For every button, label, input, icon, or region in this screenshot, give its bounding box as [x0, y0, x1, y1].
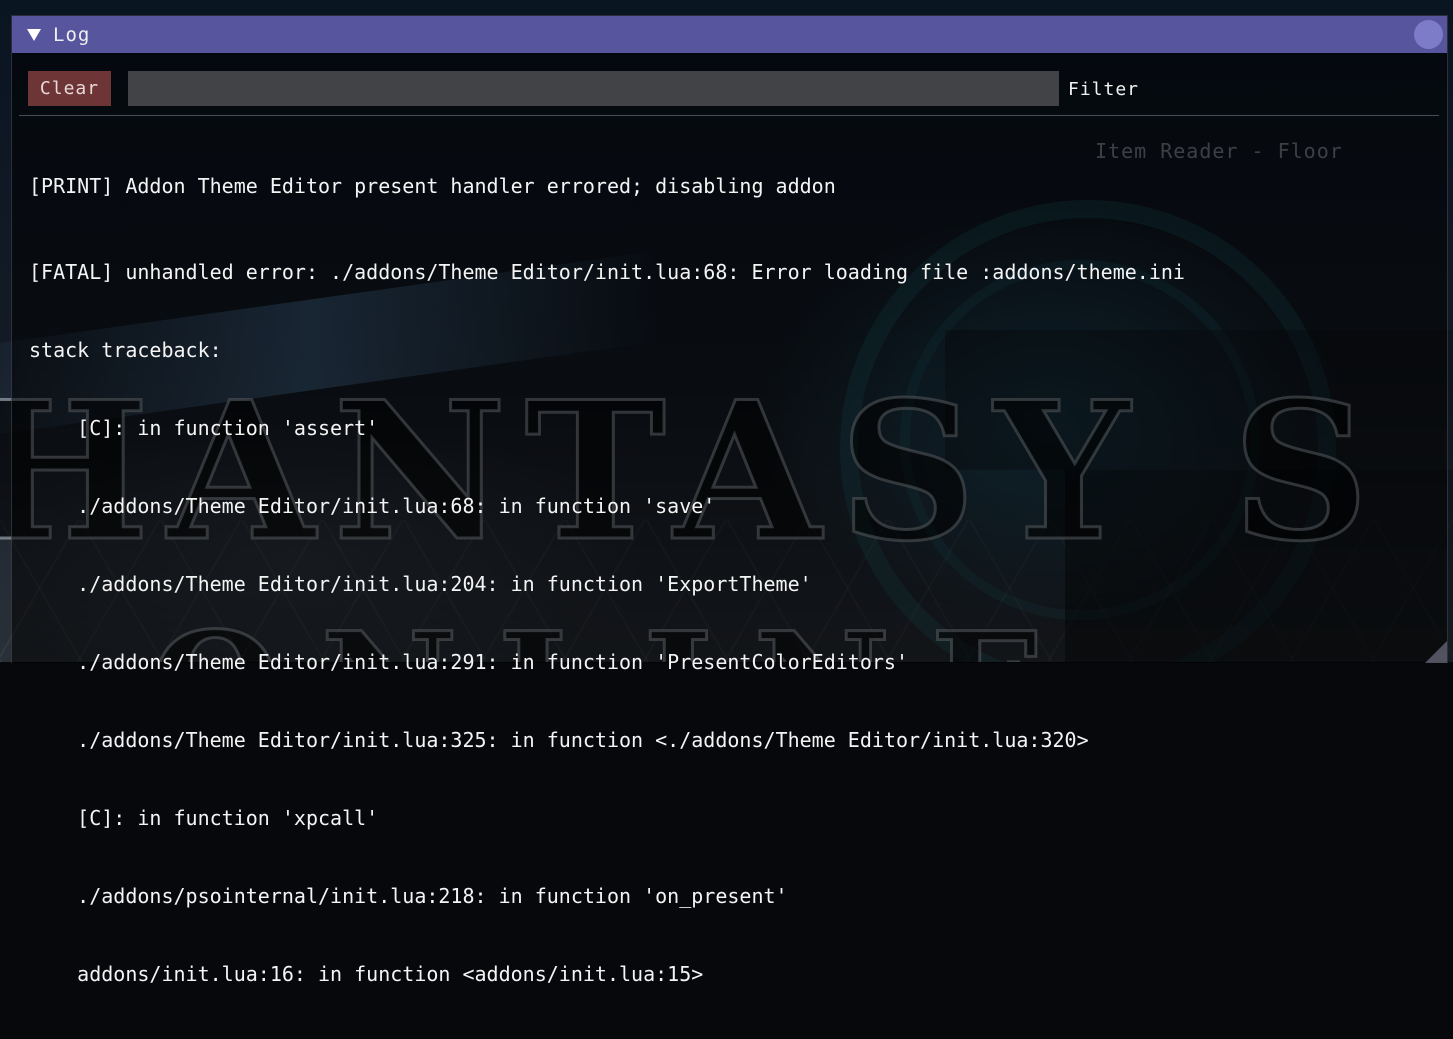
log-window: Log Clear Item Reader - Floor Filter [PR… — [11, 15, 1448, 986]
log-line: [FATAL] unhandled error: ./addons/Theme … — [29, 260, 1185, 284]
log-line: ./addons/Theme Editor/init.lua:204: in f… — [29, 572, 812, 596]
log-toolbar: Clear Item Reader - Floor Filter — [27, 71, 1437, 163]
log-line: addons/init.lua:16: in function <addons/… — [29, 962, 704, 986]
window-titlebar[interactable]: Log — [12, 16, 1447, 53]
log-line: ./addons/psointernal/init.lua:218: in fu… — [29, 884, 788, 908]
log-line: [PRINT] Addon Theme Editor present handl… — [29, 174, 836, 198]
log-line: ./addons/Theme Editor/init.lua:291: in f… — [29, 650, 908, 674]
clear-button[interactable]: Clear — [28, 71, 111, 106]
filter-input[interactable] — [128, 71, 1059, 106]
filter-label: Filter — [1068, 79, 1140, 100]
resize-grip[interactable] — [1425, 641, 1447, 663]
log-line: [C]: in function 'assert' — [29, 416, 379, 440]
log-line: [C]: in function 'xpcall' — [29, 806, 379, 830]
log-line: stack traceback: — [29, 338, 222, 362]
log-output[interactable]: [PRINT] Addon Theme Editor present handl… — [29, 121, 1439, 1039]
log-line: ./addons/Theme Editor/init.lua:68: in fu… — [29, 494, 716, 518]
log-line: ./addons/Theme Editor/init.lua:325: in f… — [29, 728, 1089, 752]
window-close-button[interactable] — [1414, 20, 1443, 49]
window-title: Log — [53, 23, 91, 46]
collapse-arrow-icon[interactable] — [27, 28, 41, 41]
separator — [19, 115, 1439, 116]
